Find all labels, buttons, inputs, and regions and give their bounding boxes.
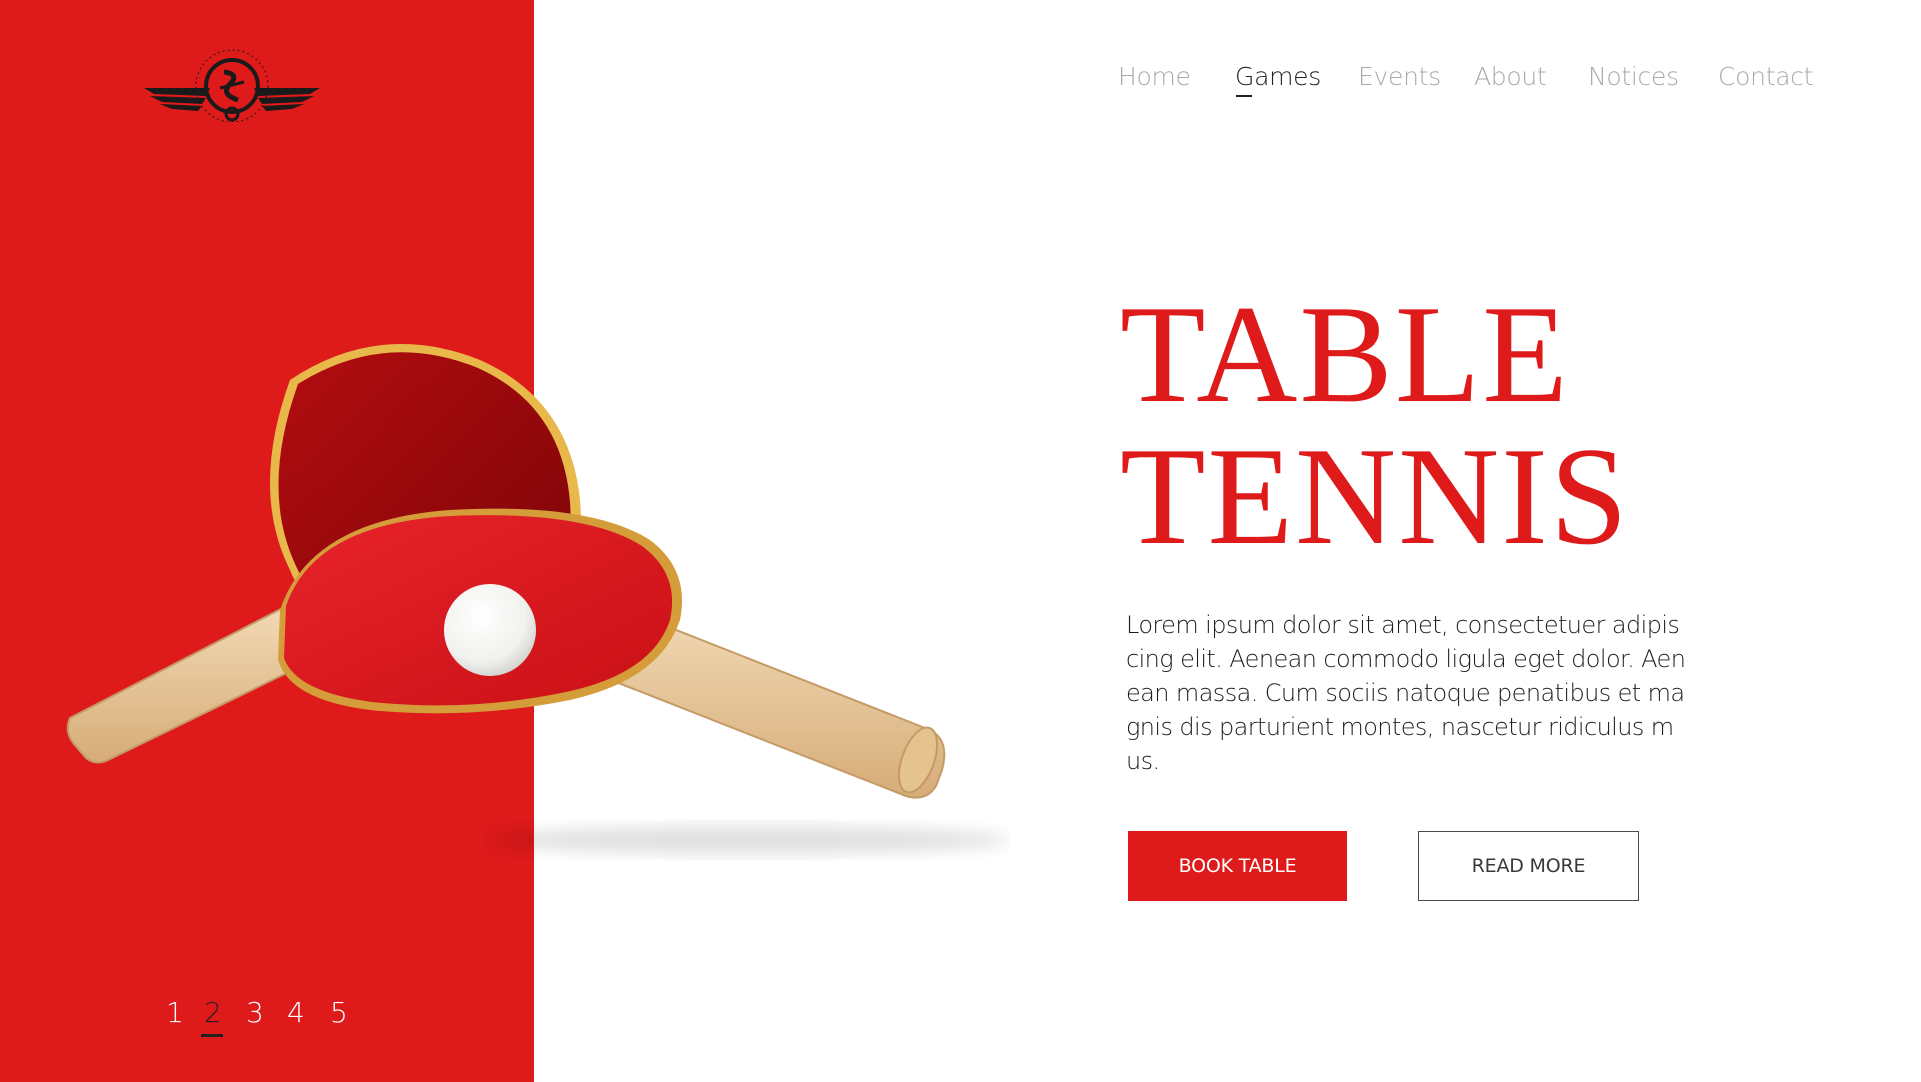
nav-item-home[interactable]: Home <box>1118 62 1191 91</box>
pager-item-5[interactable]: 5 <box>330 996 348 1029</box>
page-title: TABLE TENNIS <box>1120 284 1630 568</box>
hero-description: Lorem ipsum dolor sit amet, consectetuer… <box>1126 611 1686 775</box>
logo[interactable] <box>140 44 324 123</box>
winged-emblem-icon <box>144 49 320 123</box>
pager-item-2[interactable]: 2 <box>201 996 223 1037</box>
pager-item-4[interactable]: 4 <box>287 996 305 1029</box>
nav-item-contact[interactable]: Contact <box>1718 62 1813 91</box>
table-tennis-paddles-image <box>66 344 1010 854</box>
nav-item-about[interactable]: About <box>1474 62 1547 91</box>
pager-item-1[interactable]: 1 <box>166 996 184 1029</box>
nav-item-games[interactable]: Games <box>1235 62 1321 97</box>
nav-item-events[interactable]: Events <box>1358 62 1441 91</box>
book-table-button[interactable]: BOOK TABLE <box>1128 831 1347 901</box>
title-line-1: TABLE <box>1120 277 1570 432</box>
read-more-button[interactable]: READ MORE <box>1418 831 1639 901</box>
nav-item-notices[interactable]: Notices <box>1588 62 1679 91</box>
title-line-2: TENNIS <box>1120 419 1630 574</box>
pager-item-3[interactable]: 3 <box>246 996 264 1029</box>
